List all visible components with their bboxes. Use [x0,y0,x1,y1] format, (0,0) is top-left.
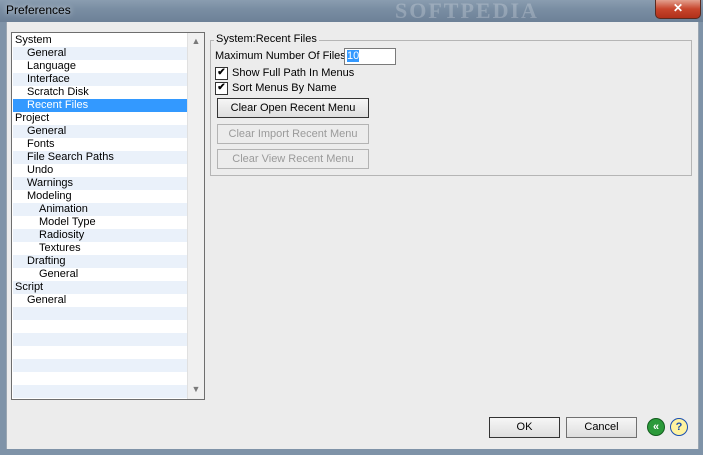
tree-item-label: Model Type [39,216,96,228]
show-full-path-checkbox[interactable]: ✔ [215,67,228,80]
watermark: SOFTPEDIA [395,0,539,23]
preferences-tree[interactable]: System General Language Interface Scratch Di… [11,32,205,400]
tree-item-label: Textures [39,242,81,254]
tree-item-label: Script [15,281,44,293]
ok-button[interactable]: OK [489,417,560,438]
help-glyph: ? [675,421,683,433]
show-full-path-label: Show Full Path In Menus [232,67,355,79]
clear-view-recent-button[interactable]: Clear View Recent Menu [217,149,369,169]
scroll-up-button[interactable]: ▲ [188,33,204,49]
tree-item[interactable]: Script [13,281,187,294]
tree-item[interactable]: Radiosity [13,229,187,242]
tree-empty-row [13,359,187,372]
close-button[interactable]: ✕ [655,0,701,19]
tree-item[interactable]: Interface [13,73,187,86]
tree-scrollbar[interactable]: ▲ ▼ [187,33,204,399]
tree-item[interactable]: Undo [13,164,187,177]
tree-item-label: Recent Files [27,99,89,111]
tree-item[interactable]: General [13,125,187,138]
tree-item-label: Drafting [27,255,66,267]
tree-item-label: Animation [39,203,88,215]
tree-item[interactable]: Animation [13,203,187,216]
clear-import-recent-button[interactable]: Clear Import Recent Menu [217,124,369,144]
tree-item-label: General [27,125,67,137]
tree-empty-row [13,307,187,320]
check-icon: ✔ [217,67,226,78]
tree-item[interactable]: Fonts [13,138,187,151]
tree-item-label: Fonts [27,138,55,150]
arrow-up-icon: ▲ [191,36,201,46]
tree-item-label: Modeling [27,190,72,202]
window-frame-bottom [0,449,703,455]
tree-empty-row [13,333,187,346]
tree-item[interactable]: Modeling [13,190,187,203]
tree-empty-row [13,372,187,385]
tree-item-label: General [39,268,79,280]
cancel-button[interactable]: Cancel [566,417,637,438]
tree-item[interactable]: Scratch Disk [13,86,187,99]
back-icon[interactable]: « [647,418,665,436]
sort-by-name-checkbox[interactable]: ✔ [215,82,228,95]
tree-item-label: Undo [27,164,54,176]
tree-item-label: File Search Paths [27,151,114,163]
max-files-input[interactable]: 10 [344,48,396,65]
tree-item[interactable]: Warnings [13,177,187,190]
check-icon: ✔ [217,82,226,93]
sort-by-name-label: Sort Menus By Name [232,82,337,94]
scroll-down-button[interactable]: ▼ [188,381,204,397]
tree-item[interactable]: Recent Files [13,99,187,112]
tree-empty-row [13,385,187,398]
tree-item[interactable]: Model Type [13,216,187,229]
max-files-value: 10 [347,50,360,62]
tree-item-label: System [15,34,52,46]
group-title: System:Recent Files [214,33,319,45]
close-icon: ✕ [672,1,684,15]
tree-item[interactable]: System [13,34,187,47]
tree-item-label: Warnings [27,177,74,189]
tree-item[interactable]: Drafting [13,255,187,268]
window-title: Preferences [6,3,71,17]
tree-item[interactable]: File Search Paths [13,151,187,164]
tree-item-label: Interface [27,73,70,85]
arrow-down-icon: ▼ [191,384,201,394]
tree-empty-row [13,320,187,333]
help-icon[interactable]: ? [670,418,688,436]
tree-item[interactable]: Textures [13,242,187,255]
max-files-label: Maximum Number Of Files [215,50,346,62]
back-glyph: « [652,421,660,433]
tree-list[interactable]: System General Language Interface Scratch Di… [13,34,187,398]
title-bar[interactable]: SOFTPEDIA Preferences ✕ [0,0,703,23]
tree-item[interactable]: Language [13,60,187,73]
tree-empty-row [13,346,187,359]
tree-item[interactable]: Project [13,112,187,125]
tree-item[interactable]: General [13,268,187,281]
tree-item-label: Radiosity [39,229,85,241]
tree-item[interactable]: General [13,294,187,307]
tree-item[interactable]: General [13,47,187,60]
clear-open-recent-button[interactable]: Clear Open Recent Menu [217,98,369,118]
tree-item-label: General [27,47,67,59]
tree-item-label: Language [27,60,76,72]
tree-item-label: Scratch Disk [27,86,89,98]
tree-item-label: General [27,294,67,306]
tree-item-label: Project [15,112,50,124]
